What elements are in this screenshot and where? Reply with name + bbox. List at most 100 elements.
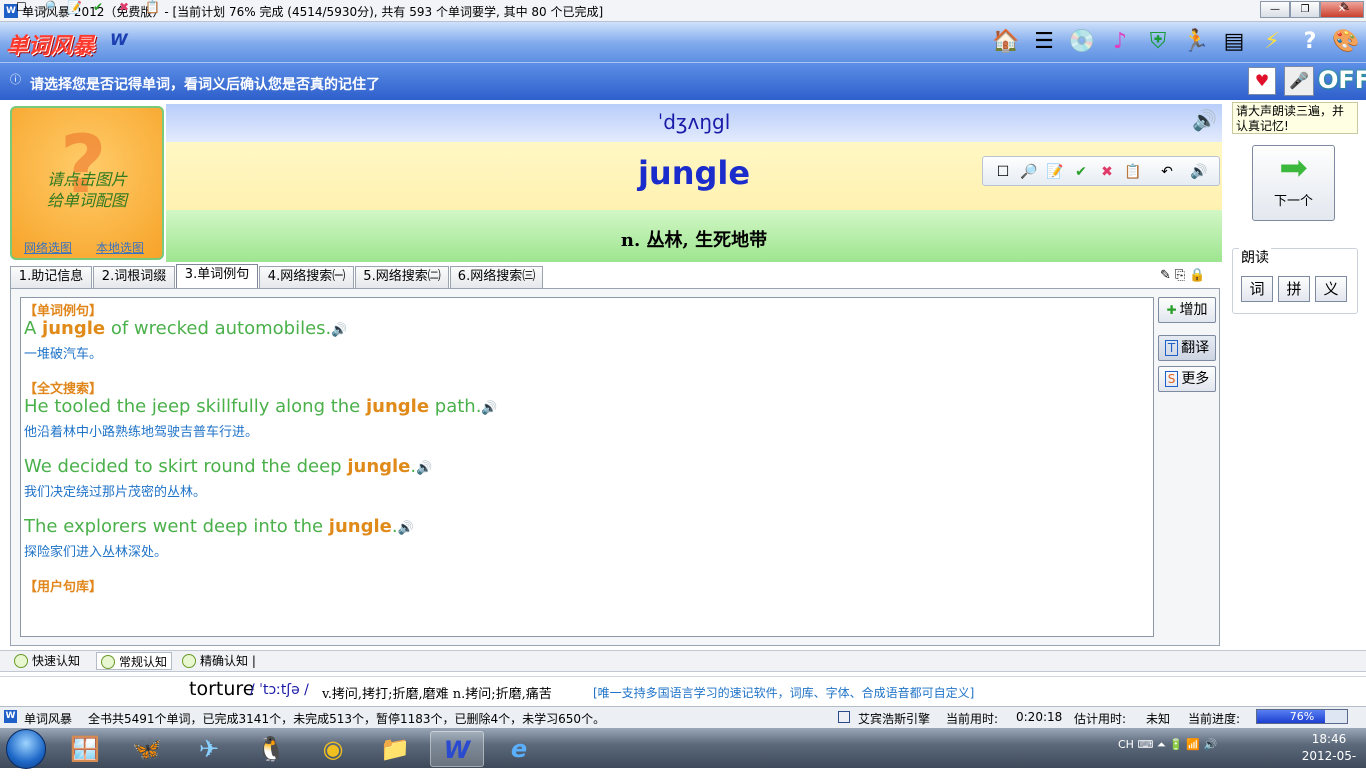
local-picture-link[interactable]: 本地选图 [96, 239, 144, 256]
mode-precise[interactable]: 精确认知 | [182, 652, 256, 670]
check-icon[interactable]: ✔ [93, 0, 103, 14]
mode-normal[interactable]: 常规认知 [96, 652, 173, 670]
clock-time: 18:46 [1311, 732, 1347, 746]
check-icon[interactable]: ✔ [1071, 162, 1091, 182]
status-engine: 艾宾浩斯引擎 [858, 712, 931, 726]
delete-icon[interactable]: ✖ [1097, 162, 1117, 182]
more-button[interactable]: S 更多 [1158, 366, 1216, 392]
read-word-button[interactable]: 词 [1241, 276, 1273, 302]
app-logo: 单词风暴 [6, 33, 95, 59]
start-button[interactable] [6, 729, 46, 769]
minimize-button[interactable]: — [1260, 1, 1290, 18]
taskbar-app-explorer[interactable]: 📁 [368, 731, 422, 767]
word-picture-box[interactable]: ? 请点击图片 给单词配图 网络选图 本地选图 [10, 106, 164, 260]
lightning-icon[interactable]: ⚡ [1256, 26, 1288, 58]
review-phonetic: / ˈtɔːtʃə / [250, 682, 309, 698]
clock-date: 2012-05-23 [1301, 749, 1357, 780]
tab-web-search-1[interactable]: 4.网络搜索㈠ [259, 266, 354, 288]
checkbox-icon[interactable]: ☐ [16, 0, 27, 14]
read-spelling-button[interactable]: 拼 [1278, 276, 1310, 302]
tab-web-search-3[interactable]: 6.网络搜索㈢ [450, 266, 543, 288]
shield-icon[interactable]: ⛨ [1142, 26, 1174, 58]
logo-mark: W [110, 30, 128, 49]
next-word-button[interactable]: ➡ 下一个 [1252, 145, 1335, 221]
cd-icon[interactable]: 💿 [1066, 26, 1098, 58]
taskbar-app-ie[interactable]: e [492, 731, 546, 767]
voice-toggle[interactable]: OFF [1318, 66, 1366, 94]
delete-icon[interactable]: ✖ [119, 0, 129, 14]
status-summary: 全书共5491个单词，已完成3141个，未完成513个，暂停1183个，已删除4… [88, 712, 606, 726]
tab-tools-icons[interactable]: ✎⎘🔒 [1160, 268, 1209, 283]
taskbar-app-plane[interactable]: ✈ [182, 731, 236, 767]
mode-quick[interactable]: 快速认知 [14, 652, 80, 670]
hint-text: 请选择您是否记得单词，看词义后确认您是否真的记住了 [30, 77, 380, 93]
edit-icon[interactable]: ✎ [1340, 0, 1350, 14]
tab-roots[interactable]: 2.词根词缀 [93, 266, 175, 288]
maximize-button[interactable]: ❐ [1290, 1, 1320, 18]
notes-icon[interactable]: 📋 [145, 0, 160, 14]
title-bar: W 单词风暴 2012（免费版）- [当前计划 76% 完成 (4514/593… [0, 0, 1366, 22]
info-icon: ⓘ [10, 73, 21, 86]
taskbar-app-windows[interactable]: 🪟 [58, 731, 112, 767]
home-icon[interactable]: 🏠 [990, 26, 1022, 58]
translate-icon: T [1164, 340, 1179, 356]
example-sentence-3: We decided to skirt round the deep jungl… [24, 456, 433, 477]
example-sentence-1: A jungle of wrecked automobiles.🔊 [24, 318, 348, 339]
example-translation-4: 探险家们进入丛林深处。 [24, 545, 168, 560]
clock[interactable]: 18:46 2012-05-23 [1298, 731, 1360, 782]
document-icon[interactable]: ▤ [1218, 26, 1250, 58]
word-meaning: n. 丛林, 生死地带 [620, 230, 768, 251]
status-est-label: 估计用时: [1074, 712, 1127, 726]
list-icon[interactable]: ☰ [1028, 26, 1060, 58]
magnifier-icon[interactable]: 🔎 [1019, 162, 1039, 182]
magnifier-icon[interactable]: 🔎 [41, 0, 56, 14]
speaker-icon[interactable]: 🔊 [398, 521, 414, 536]
review-meaning: v.拷问,拷打;折磨,磨难 n.拷问;折磨,痛苦 [322, 687, 552, 702]
app-icon: W [4, 710, 17, 723]
add-sentence-button[interactable]: ✚ 增加 [1158, 297, 1216, 323]
music-icon[interactable]: ♪ [1104, 26, 1136, 58]
system-tray[interactable]: CH ⌨ ⏶ 🔋 📶 🔊 [1118, 738, 1217, 752]
speaker-icon[interactable]: 🔊 [1189, 162, 1209, 182]
read-meaning-button[interactable]: 义 [1315, 276, 1347, 302]
section-word-examples: 【单词例句】 [24, 304, 103, 319]
translate-button[interactable]: T 翻译 [1158, 335, 1216, 361]
tab-examples[interactable]: 3.单词例句 [176, 264, 258, 288]
taskbar-app-butterfly[interactable]: 🦋 [120, 731, 174, 767]
taskbar-app-chrome[interactable]: ◉ [306, 731, 360, 767]
favorite-button[interactable]: ♥ [1248, 67, 1276, 95]
help-icon[interactable]: ? [1294, 26, 1326, 58]
mode-icon [182, 654, 196, 668]
section-full-search: 【全文搜索】 [24, 382, 103, 397]
microphone-button[interactable]: 🎤 [1284, 66, 1314, 96]
edit-icon[interactable]: 📝 [1045, 162, 1065, 182]
more-icon: S [1164, 371, 1179, 387]
example-translation-1: 一堆破汽车。 [24, 347, 103, 362]
speaker-icon[interactable]: 🔊 [481, 401, 497, 416]
status-est-value: 未知 [1146, 712, 1171, 726]
checkbox-icon[interactable]: ☐ [993, 162, 1013, 182]
tab-web-search-2[interactable]: 5.网络搜索㈡ [355, 266, 449, 288]
status-app-name: 单词风暴 [24, 712, 73, 726]
taskbar-app-qq[interactable]: 🐧 [244, 731, 298, 767]
example-translation-2: 他沿着林中小路熟练地驾驶吉普车行进。 [24, 425, 259, 440]
plus-icon: ✚ [1166, 303, 1177, 317]
next-arrow-icon: ➡ [1279, 148, 1308, 188]
speaker-icon[interactable]: 🔊 [331, 323, 347, 338]
promo-text: [唯一支持多国语言学习的速记软件，词库、字体、合成语音都可自定义] [593, 686, 975, 700]
network-picture-link[interactable]: 网络选图 [24, 239, 72, 256]
edit-icon[interactable]: 📝 [67, 0, 82, 14]
read-aloud-label: 朗读 [1239, 247, 1271, 267]
mode-icon [14, 654, 28, 668]
person-icon[interactable]: 🏃 [1180, 26, 1212, 58]
speaker-icon[interactable]: 🔊 [416, 461, 432, 476]
tab-mnemonic[interactable]: 1.助记信息 [10, 266, 92, 288]
notes-icon[interactable]: 📋 [1123, 162, 1143, 182]
undo-icon[interactable]: ↶ [1157, 162, 1177, 182]
status-used-value: 0:20:18 [1016, 710, 1063, 724]
taskbar-app-wordstorm[interactable]: W [430, 731, 484, 767]
picture-prompt-line2: 给单词配图 [46, 191, 127, 210]
palette-icon[interactable]: 🎨 [1330, 26, 1362, 58]
pronounce-speaker-icon[interactable]: 🔊 [1192, 108, 1220, 136]
progress-text: 76% [1289, 710, 1315, 723]
